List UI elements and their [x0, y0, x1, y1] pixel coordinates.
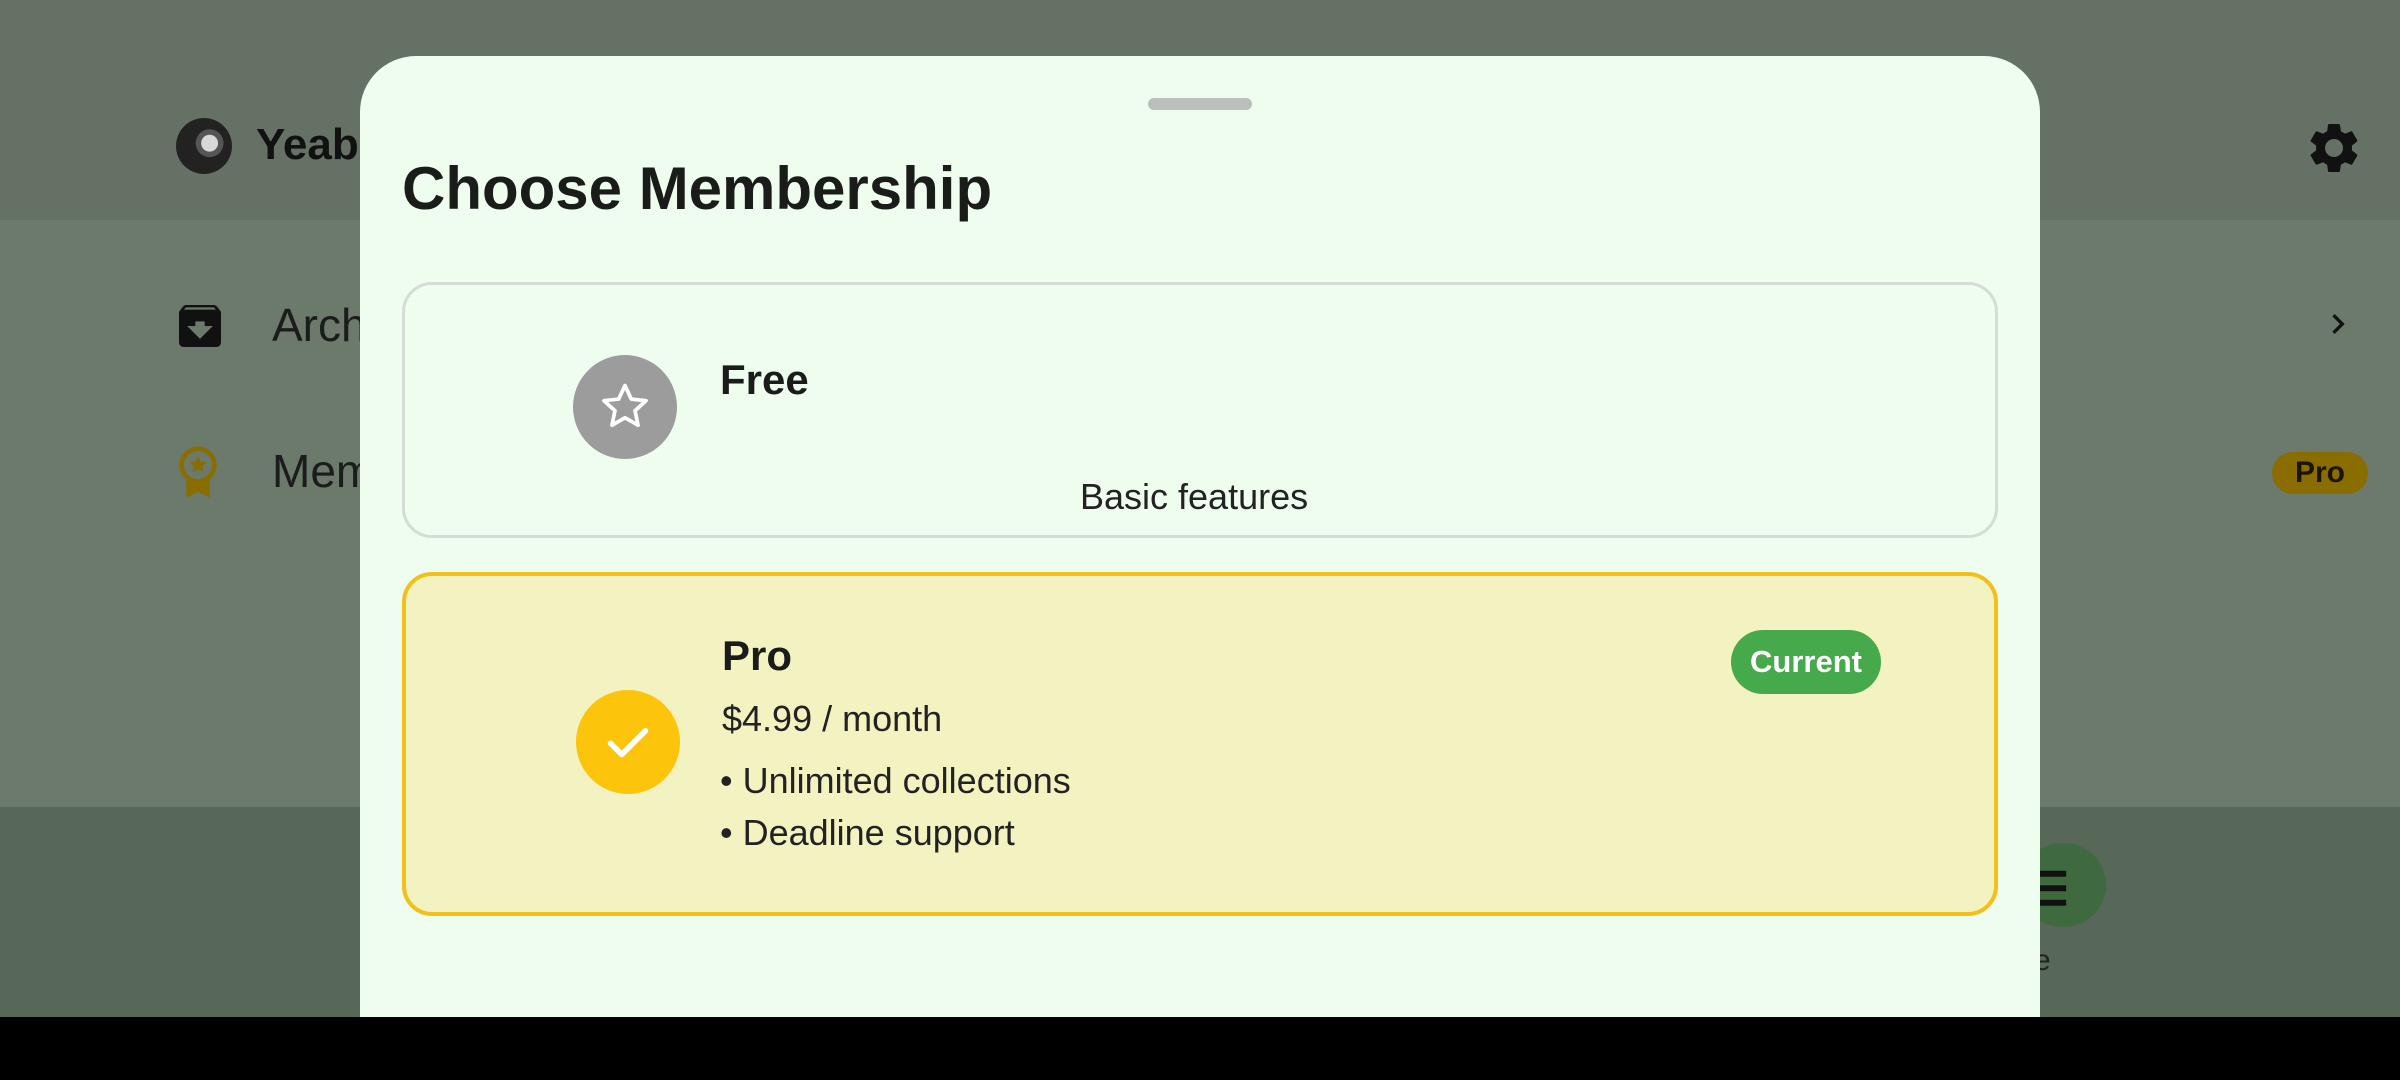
archive-icon [179, 305, 221, 347]
sheet-title: Choose Membership [402, 155, 993, 222]
plan-subtitle: Basic features [1080, 476, 1309, 517]
plan-card-pro[interactable]: Current [402, 572, 1998, 916]
star-icon [573, 355, 677, 459]
chevron-right-icon [2332, 314, 2345, 334]
avatar [176, 118, 232, 174]
pro-badge: Pro [2272, 452, 2368, 494]
pro-feature-item: • Unlimited collections [720, 760, 1071, 801]
pro-plan-name: Pro [722, 632, 793, 679]
current-plan-badge: Current [1731, 630, 1881, 694]
drag-handle[interactable] [1148, 98, 1252, 110]
membership-bottom-sheet: Choose Membership Free Basic features Cu… [360, 56, 2040, 1017]
pro-plan-price: $4.99 / month [722, 698, 943, 739]
free-plan-name: Free [720, 356, 809, 403]
gear-icon [2310, 123, 2358, 172]
award-icon [179, 446, 217, 498]
pro-feature-item: • Deadline support [720, 812, 1015, 853]
check-icon [576, 690, 680, 794]
